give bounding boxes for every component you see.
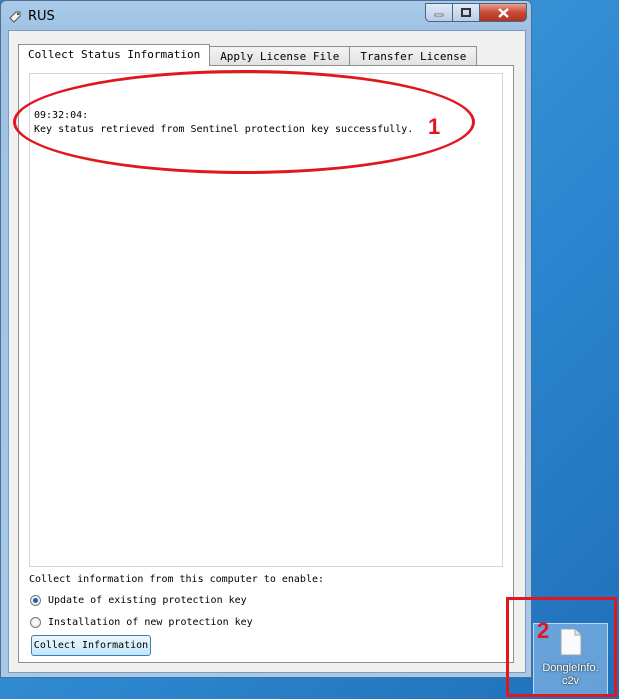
maximize-button[interactable] <box>453 3 480 22</box>
close-icon <box>497 7 509 18</box>
option-install-key[interactable]: Installation of new protection key <box>30 617 253 628</box>
option-update-key-label: Update of existing protection key <box>48 595 247 606</box>
annotation-number-2: 2 <box>537 618 550 643</box>
minimize-button[interactable] <box>425 3 453 22</box>
desktop: RUS Collect Status Information Apply Lic… <box>0 0 619 699</box>
radio-install-key[interactable] <box>30 617 41 628</box>
window-title: RUS <box>28 9 55 24</box>
tab-transfer-license[interactable]: Transfer License <box>349 46 478 66</box>
window-controls <box>425 3 527 22</box>
option-install-key-label: Installation of new protection key <box>48 617 253 628</box>
tab-collect-status[interactable]: Collect Status Information <box>18 44 211 66</box>
collect-info-label: Collect information from this computer t… <box>29 574 325 585</box>
collect-information-button[interactable]: Collect Information <box>31 635 151 656</box>
maximize-icon <box>461 8 471 17</box>
key-tag-icon <box>9 11 21 23</box>
minimize-icon <box>434 13 444 16</box>
annotation-rectangle <box>506 597 617 697</box>
tab-apply-license[interactable]: Apply License File <box>209 46 351 66</box>
tab-strip: Collect Status Information Apply License… <box>18 44 478 66</box>
close-button[interactable] <box>480 3 527 22</box>
annotation-number-1: 1 <box>428 114 441 139</box>
radio-update-key[interactable] <box>30 595 41 606</box>
option-update-key[interactable]: Update of existing protection key <box>30 595 247 606</box>
annotation-ellipse <box>13 70 475 174</box>
